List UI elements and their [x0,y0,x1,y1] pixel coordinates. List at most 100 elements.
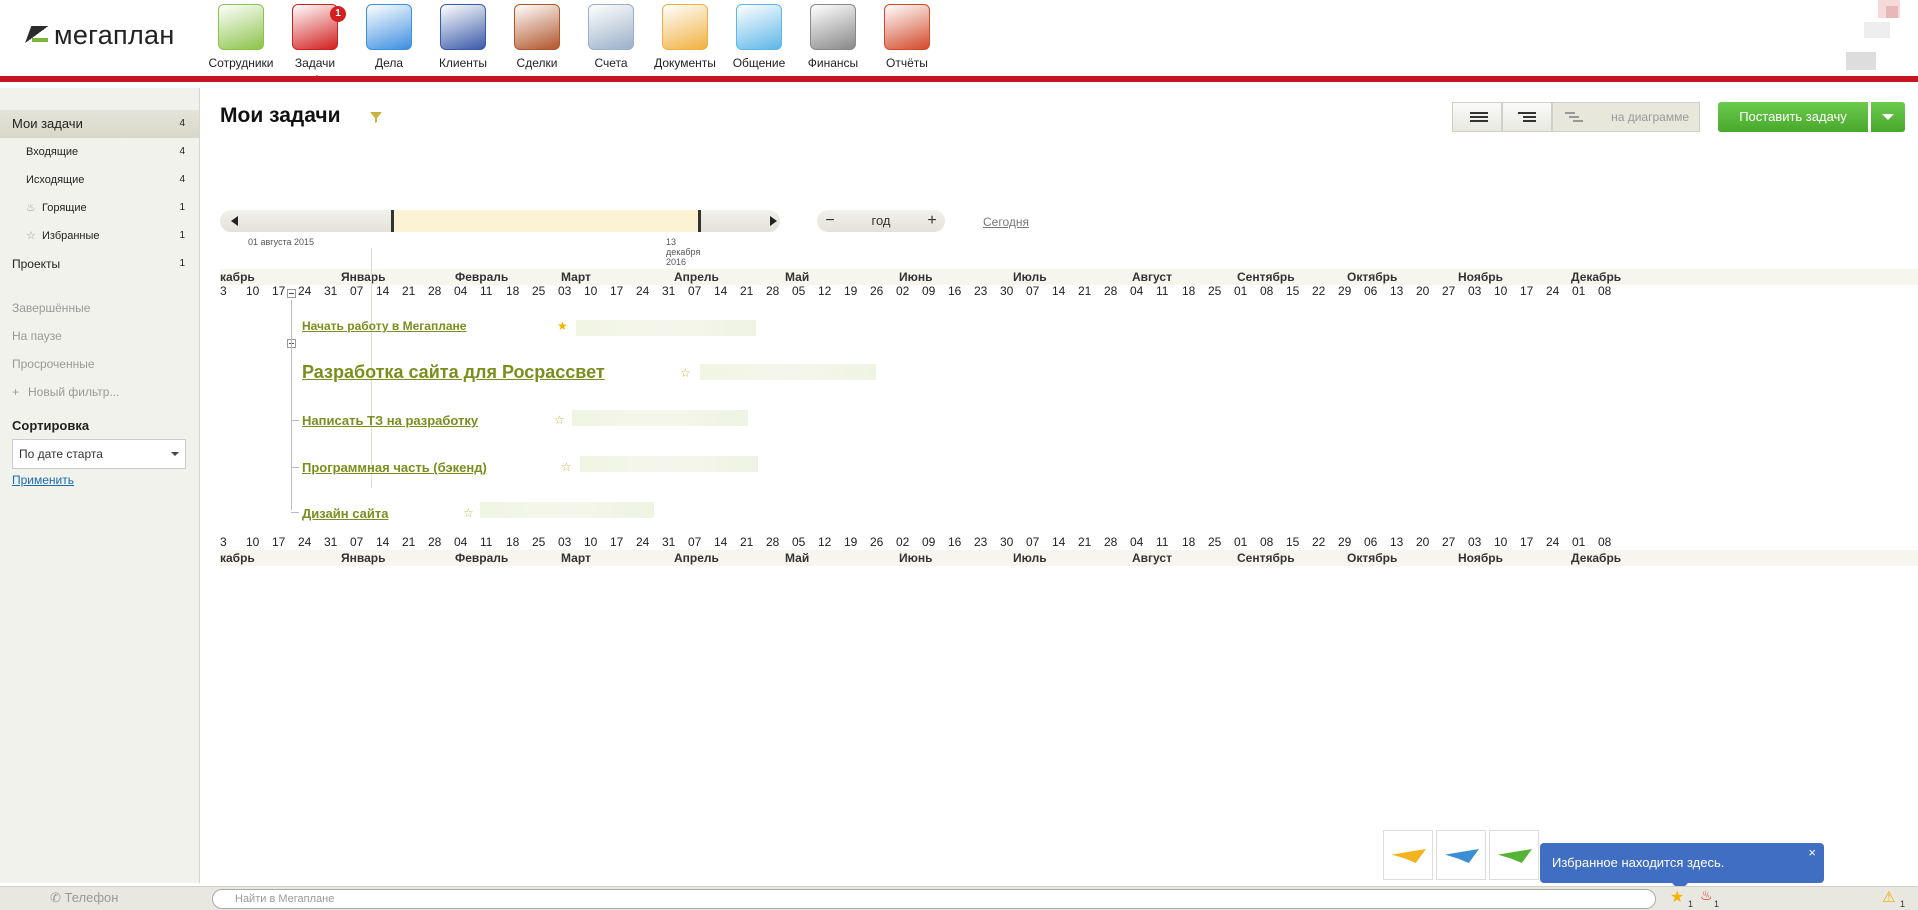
nav-todos[interactable]: Дела [352,0,426,76]
zoom-level: год [871,213,891,228]
sidebar-item-burning[interactable]: ♨ Горящие 1 [0,194,199,222]
month-label: Февраль [455,270,509,284]
nav-finance[interactable]: Финансы [796,0,870,76]
close-icon[interactable]: × [1808,843,1816,863]
sort-select[interactable]: По дате старта [12,439,186,469]
nav-invoices[interactable]: Счета [574,0,648,76]
sidebar-item-my-tasks[interactable]: Мои задачи 4 [0,110,199,138]
day-label: 13 [1390,535,1404,549]
warning-icon[interactable]: ⚠ [1882,888,1895,906]
day-label: 25 [532,284,546,298]
task-bar[interactable] [576,320,756,336]
month-label: Апрель [674,270,719,284]
day-label: 15 [1286,284,1300,298]
day-label: 17 [1520,284,1534,298]
sidebar-item-overdue[interactable]: Просроченные [0,350,199,378]
warning-count: 1 [1900,899,1906,909]
day-label: 07 [350,284,364,298]
nav-clients[interactable]: Клиенты [426,0,500,76]
day-label: 05 [792,284,806,298]
day-label: 07 [688,535,702,549]
task-bar[interactable] [700,364,876,380]
sidebar-item-incoming[interactable]: Входящие 4 [0,138,199,166]
apply-link[interactable]: Применить [12,473,199,487]
nav-reports[interactable]: Отчёты [870,0,944,76]
paper-plane-check-icon [1498,849,1532,863]
task-link[interactable]: Написать ТЗ на разработку [302,413,478,428]
task-bar[interactable] [480,502,654,518]
task-bar[interactable] [572,410,748,426]
report-chart-icon [884,4,930,50]
day-label: 27 [1442,284,1456,298]
timeline-selection[interactable] [391,210,701,232]
sidebar-item-new-filter[interactable]: + Новый фильтр... [0,378,199,406]
day-label: 10 [1494,284,1508,298]
collapse-toggle[interactable] [287,289,296,298]
day-label: 3 [220,284,227,298]
timeline-right-arrow-icon[interactable] [770,216,782,226]
favorite-star-icon[interactable]: ☆ [680,366,691,380]
favorite-star-icon[interactable]: ☆ [463,506,474,520]
favorite-star-icon[interactable]: ☆ [561,460,572,474]
folder-icon [662,4,708,50]
today-link[interactable]: Сегодня [983,215,1029,229]
day-label: 28 [428,535,442,549]
megaplan-logo[interactable]: мегаплан [28,18,175,52]
zoom-in-button[interactable]: + [921,210,943,232]
day-label: 29 [1338,535,1352,549]
timeline-left-arrow-icon[interactable] [226,216,238,226]
months-bottom-row: кабрь Январь Февраль Март Апрель Май Июнь Июль А… [220,550,1918,566]
yellow-plane-button[interactable] [1383,830,1433,880]
task-link[interactable]: Дизайн сайта [302,506,388,521]
day-label: 20 [1416,284,1430,298]
day-label: 21 [402,284,416,298]
add-task-dropdown[interactable] [1871,102,1905,132]
tree-view-button[interactable] [1502,102,1552,132]
fire-icon[interactable]: ♨ [1700,887,1713,904]
nav-communication[interactable]: Общение [722,0,796,76]
timeline-scroller: 01 августа 2015 13 декабря 2016 [220,210,780,267]
day-label: 14 [376,535,390,549]
safe-icon [810,4,856,50]
plus-icon: + [12,385,20,399]
day-label: 12 [818,284,832,298]
user-avatar[interactable] [1828,0,1900,72]
day-label: 21 [740,284,754,298]
zoom-out-button[interactable]: − [819,210,841,232]
day-label: 06 [1364,284,1378,298]
timeline-track[interactable] [220,210,780,232]
filter-icon[interactable] [369,110,383,124]
sidebar-item-outgoing[interactable]: Исходящие 4 [0,166,199,194]
task-link[interactable]: Разработка сайта для Росрассвет [302,362,605,383]
task-link[interactable]: Начать работу в Мегаплане [302,319,466,333]
sidebar-item-projects[interactable]: Проекты 1 [0,250,199,278]
nav-tasks[interactable]: 1 Задачи [278,0,352,82]
sidebar-item-paused[interactable]: На паузе [0,322,199,350]
view-switcher: на диаграмме [1452,102,1700,132]
month-label: Июнь [899,270,933,284]
blue-plane-button[interactable] [1436,830,1486,880]
day-label: 19 [844,284,858,298]
sidebar-item-completed[interactable]: Завершённые [0,294,199,322]
month-label: Июнь [899,551,933,565]
green-plane-button[interactable] [1489,830,1539,880]
favorites-star-icon[interactable]: ★ [1670,887,1684,907]
sidebar-item-favorites[interactable]: ☆ Избранные 1 [0,222,199,250]
diagram-view-button[interactable]: на диаграмме [1552,102,1700,132]
day-label: 03 [1468,284,1482,298]
day-label: 28 [428,284,442,298]
day-label: 03 [1468,535,1482,549]
month-label: Май [785,270,810,284]
task-link[interactable]: Программная часть (бэкенд) [302,460,487,475]
nav-documents[interactable]: Документы [648,0,722,76]
favorite-star-icon[interactable]: ★ [557,319,568,333]
nav-deals[interactable]: Сделки [500,0,574,76]
nav-employees[interactable]: Сотрудники [204,0,278,76]
day-label: 01 [1234,284,1248,298]
add-task-button[interactable]: Поставить задачу [1718,102,1868,132]
search-input[interactable]: Найти в Мегаплане [212,889,1656,909]
phone-button[interactable]: ✆ Телефон [50,890,118,906]
task-bar[interactable] [580,456,758,472]
list-view-button[interactable] [1452,102,1502,132]
favorite-star-icon[interactable]: ☆ [554,413,565,427]
